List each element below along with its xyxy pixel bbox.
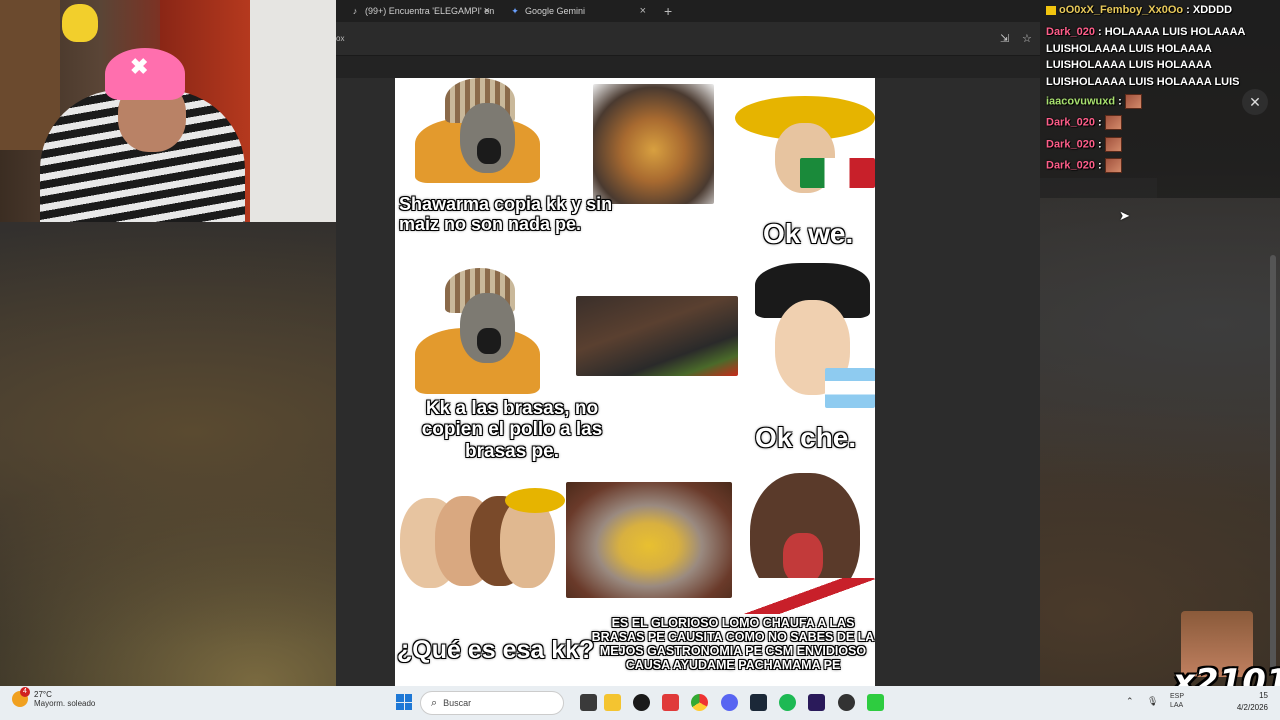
- emote-icon: [1104, 137, 1122, 152]
- panel1-reply: Ok we.: [763, 218, 854, 249]
- gemini-icon: ✦: [511, 6, 519, 16]
- grilled-meat-photo: [576, 296, 738, 376]
- address-text: ox: [336, 34, 345, 43]
- close-icon[interactable]: ×: [640, 5, 646, 17]
- emote-icon: [1104, 158, 1122, 173]
- weather-description: Mayorm. soleado: [34, 699, 96, 708]
- spotify-icon[interactable]: [779, 694, 796, 711]
- chat-message: Dark_020 :: [1046, 158, 1122, 173]
- meme-image: Shawarma copia kk y sin maiz no son nada…: [395, 78, 875, 686]
- wall: [250, 0, 336, 222]
- panel1-text: Shawarma copia kk y sin maiz no son nada…: [399, 194, 613, 235]
- wojak-mouth: [477, 328, 501, 354]
- install-icon[interactable]: ⇲: [1000, 32, 1009, 45]
- sun-icon: 4: [12, 687, 30, 707]
- scrollbar[interactable]: [1270, 255, 1276, 675]
- emote-icon: [1124, 94, 1142, 109]
- tiktok-icon: ♪: [352, 6, 358, 16]
- file-explorer-icon[interactable]: [604, 694, 621, 711]
- plush-toy: [62, 4, 98, 42]
- chat-message: oO0xX_Femboy_Xx0Oo : XDDDD: [1046, 4, 1232, 16]
- chat-message: iaacovuwuxd :: [1046, 94, 1142, 109]
- bookmark-star-icon[interactable]: ☆: [1022, 32, 1032, 45]
- windows-taskbar: 4 27°C Mayorm. soleado ⌕ Buscar ⌃ 🎙 ESP L…: [0, 686, 1280, 720]
- close-icon[interactable]: ×: [484, 5, 490, 17]
- tab-label: Google Gemini: [525, 6, 586, 16]
- mouse-cursor-icon: ➤: [1119, 208, 1130, 223]
- task-view-icon[interactable]: [580, 694, 597, 711]
- time: 15: [1259, 691, 1268, 700]
- premiere-icon[interactable]: [808, 694, 825, 711]
- language-indicator[interactable]: ESP LAA: [1170, 692, 1184, 710]
- chat-text: XDDDD: [1192, 4, 1233, 16]
- steam-icon[interactable]: [750, 694, 767, 711]
- search-icon: ⌕: [431, 696, 438, 709]
- app-icon[interactable]: [662, 694, 679, 711]
- chat-message: Dark_020 :: [1046, 115, 1122, 130]
- tacos-photo: [593, 84, 714, 204]
- chat-username: Dark_020: [1046, 138, 1095, 151]
- lomo-chaufa-photo: [566, 482, 732, 598]
- new-tab-button[interactable]: +: [664, 3, 672, 19]
- microphone-icon[interactable]: 🎙: [1147, 696, 1158, 707]
- address-bar[interactable]: ox ⇲ ☆: [336, 22, 1040, 56]
- chrome-icon[interactable]: [691, 694, 708, 711]
- webcam-overlay: ✖: [0, 0, 336, 222]
- search-box[interactable]: ⌕ Buscar: [420, 691, 564, 715]
- chat-input-area: [1040, 178, 1157, 198]
- notification-badge: 4: [20, 687, 30, 697]
- browser-tab-bar: ♪ (99+) Encuentra 'ELEGAMPI' en × ✦ Goog…: [336, 0, 1040, 22]
- temperature: 27°C: [34, 690, 52, 699]
- panel3-text: ¿Qué es esa kk?: [397, 636, 595, 664]
- mexico-flag: [800, 158, 875, 188]
- search-placeholder: Buscar: [443, 698, 472, 708]
- chevron-up-icon[interactable]: ⌃: [1126, 696, 1134, 707]
- monkey-mouth: [783, 533, 823, 583]
- argentina-flag: [825, 368, 875, 408]
- badge-icon: [1046, 5, 1056, 15]
- chat-username: oO0xX_Femboy_Xx0Oo: [1059, 4, 1184, 16]
- hat-emblem: ✖: [130, 54, 149, 79]
- chat-message: Dark_020 : HOLAAAA LUIS HOLAAAA LUISHOLA…: [1046, 26, 1246, 88]
- close-icon[interactable]: ✕: [1242, 89, 1268, 115]
- clock[interactable]: 15 4/2/2026: [1228, 690, 1268, 714]
- tab-gemini[interactable]: ✦ Google Gemini ×: [502, 0, 652, 22]
- tab-tiktok[interactable]: ♪ (99+) Encuentra 'ELEGAMPI' en ×: [342, 0, 496, 22]
- panel2-text: Kk a las brasas, no copien el pollo a la…: [421, 398, 603, 462]
- sombrero: [505, 488, 565, 513]
- app-icon[interactable]: [867, 694, 884, 711]
- date: 4/2/2026: [1236, 703, 1268, 712]
- chat-username: Dark_020: [1046, 159, 1095, 172]
- bookmarks-bar: [336, 56, 1040, 78]
- chat-username: Dark_020: [1046, 116, 1095, 129]
- app-icon[interactable]: [838, 694, 855, 711]
- start-button[interactable]: [396, 694, 412, 710]
- chat-message: Dark_020 :: [1046, 137, 1122, 152]
- weather-widget[interactable]: 4 27°C Mayorm. soleado: [12, 687, 96, 708]
- emote-icon: [1104, 115, 1122, 130]
- panel3-reply: ES EL GLORIOSO LOMO CHAUFA A LAS BRASAS …: [591, 616, 875, 672]
- panel2-reply: Ok che.: [755, 422, 857, 453]
- chat-username: Dark_020: [1046, 26, 1095, 38]
- tab-label: (99+) Encuentra 'ELEGAMPI' en: [365, 6, 495, 16]
- peru-jersey: [735, 578, 875, 614]
- wojak-mouth: [477, 138, 501, 164]
- chat-username: iaacovuwuxd: [1046, 95, 1116, 108]
- app-icon[interactable]: [633, 694, 650, 711]
- discord-icon[interactable]: [721, 694, 738, 711]
